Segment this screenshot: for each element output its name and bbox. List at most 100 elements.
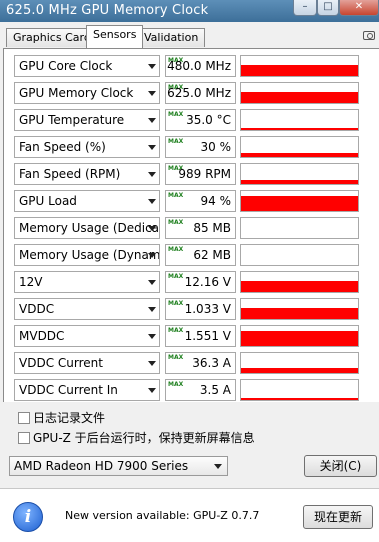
sensor-value-box: MAX 12.16 V <box>165 271 236 293</box>
sensor-label: GPU Temperature <box>19 113 125 127</box>
chevron-down-icon <box>148 253 156 258</box>
sensor-graph <box>240 163 359 185</box>
chevron-down-icon <box>148 64 156 69</box>
sensor-value: 12.16 V <box>184 275 231 289</box>
sensor-value: 36.3 A <box>192 356 231 370</box>
log-to-file-checkbox[interactable] <box>18 412 30 424</box>
sensor-label: GPU Core Clock <box>19 59 113 73</box>
chevron-down-icon <box>148 91 156 96</box>
sensor-value: 30 % <box>200 140 232 154</box>
sensor-select[interactable]: Memory Usage (Dedicated) <box>14 217 160 239</box>
sensor-row: Memory Usage (Dedicated) MAX 85 MB <box>14 217 376 239</box>
chevron-down-icon <box>214 464 222 469</box>
sensor-value: 480.0 MHz <box>167 59 231 73</box>
sensor-graph <box>240 298 359 320</box>
chevron-down-icon <box>148 145 156 150</box>
update-notification: i New version available: GPU-Z 0.7.7 现在更… <box>0 488 379 542</box>
continue-refresh-label: GPU-Z 于后台运行时，保持更新屏幕信息 <box>33 431 255 445</box>
sensor-row: VDDC MAX 1.033 V <box>14 298 376 320</box>
tab-strip: Graphics Card Sensors Validation <box>0 22 379 48</box>
tab-graphics-card[interactable]: Graphics Card <box>6 28 98 47</box>
device-select[interactable]: AMD Radeon HD 7900 Series <box>9 456 228 476</box>
sensor-select[interactable]: GPU Core Clock <box>14 55 160 77</box>
sensor-select[interactable]: Fan Speed (RPM) <box>14 163 160 185</box>
update-now-button[interactable]: 现在更新 <box>303 505 373 529</box>
sensor-value: 85 MB <box>193 221 231 235</box>
sensor-select[interactable]: GPU Temperature <box>14 109 160 131</box>
continue-refresh-option[interactable]: GPU-Z 于后台运行时，保持更新屏幕信息 <box>18 429 255 445</box>
sensor-graph <box>240 136 359 158</box>
sensor-row: Fan Speed (%) MAX 30 % <box>14 136 376 158</box>
max-tag: MAX <box>168 273 184 280</box>
sensor-graph <box>240 325 359 347</box>
sensor-value-box: MAX 480.0 MHz <box>165 55 236 77</box>
sensor-value: 94 % <box>200 194 232 208</box>
sensor-label: GPU Memory Clock <box>19 86 134 100</box>
sensor-value: 62 MB <box>193 248 231 262</box>
max-tag: MAX <box>168 300 184 307</box>
sensor-value-box: MAX 35.0 °C <box>165 109 236 131</box>
sensor-select[interactable]: VDDC <box>14 298 160 320</box>
sensor-row: Fan Speed (RPM) MAX 989 RPM <box>14 163 376 185</box>
sensor-bar <box>241 180 358 184</box>
max-tag: MAX <box>168 246 184 253</box>
sensor-value-box: MAX 62 MB <box>165 244 236 266</box>
maximize-button[interactable]: □ <box>317 0 339 16</box>
sensor-graph <box>240 217 359 239</box>
close-button[interactable]: 关闭(C) <box>304 455 377 477</box>
sensor-row: GPU Load MAX 94 % <box>14 190 376 212</box>
sensor-select[interactable]: VDDC Current In <box>14 379 160 401</box>
sensor-row: 12V MAX 12.16 V <box>14 271 376 293</box>
log-to-file-label: 日志记录文件 <box>33 411 106 425</box>
sensor-row: VDDC Current In MAX 3.5 A <box>14 379 376 401</box>
sensor-select[interactable]: VDDC Current <box>14 352 160 374</box>
sensor-bar <box>241 281 358 292</box>
sensor-select[interactable]: 12V <box>14 271 160 293</box>
sensor-bar <box>241 398 358 400</box>
sensor-bar <box>241 368 358 373</box>
chevron-down-icon <box>148 280 156 285</box>
chevron-down-icon <box>148 226 156 231</box>
tab-sensors[interactable]: Sensors <box>86 25 144 48</box>
chevron-down-icon <box>148 172 156 177</box>
sensor-graph <box>240 55 359 77</box>
max-tag: MAX <box>168 327 184 334</box>
max-tag: MAX <box>168 219 184 226</box>
sensor-row: Memory Usage (Dynamic) MAX 62 MB <box>14 244 376 266</box>
sensor-value-box: MAX 1.033 V <box>165 298 236 320</box>
sensor-bar <box>241 308 358 319</box>
window-title: 625.0 MHz GPU Memory Clock <box>6 3 209 18</box>
sensor-bar <box>241 196 358 211</box>
sensor-value-box: MAX 989 RPM <box>165 163 236 185</box>
device-select-value: AMD Radeon HD 7900 Series <box>14 459 189 473</box>
sensor-row: GPU Memory Clock MAX 625.0 MHz <box>14 82 376 104</box>
sensor-label: VDDC <box>19 302 55 316</box>
sensor-select[interactable]: GPU Memory Clock <box>14 82 160 104</box>
sensor-value: 1.551 V <box>184 329 231 343</box>
sensor-select[interactable]: MVDDC <box>14 325 160 347</box>
sensor-label: GPU Load <box>19 194 77 208</box>
sensor-graph <box>240 82 359 104</box>
update-message: New version available: GPU-Z 0.7.7 <box>65 509 260 522</box>
sensor-label: Memory Usage (Dedicated) <box>19 221 160 235</box>
max-tag: MAX <box>168 111 184 118</box>
sensor-label: Memory Usage (Dynamic) <box>19 248 160 262</box>
max-tag: MAX <box>168 192 184 199</box>
sensor-graph <box>240 190 359 212</box>
camera-icon[interactable] <box>363 31 375 40</box>
sensor-value: 1.033 V <box>184 302 231 316</box>
sensor-value: 35.0 °C <box>186 113 231 127</box>
tab-validation[interactable]: Validation <box>137 28 206 47</box>
close-window-button[interactable]: ✕ <box>339 0 379 16</box>
sensor-select[interactable]: GPU Load <box>14 190 160 212</box>
log-to-file-option[interactable]: 日志记录文件 <box>18 409 105 425</box>
continue-refresh-checkbox[interactable] <box>18 432 30 444</box>
chevron-down-icon <box>148 118 156 123</box>
sensor-select[interactable]: Memory Usage (Dynamic) <box>14 244 160 266</box>
sensor-label: VDDC Current <box>19 356 103 370</box>
sensor-graph <box>240 271 359 293</box>
sensor-select[interactable]: Fan Speed (%) <box>14 136 160 158</box>
minimize-button[interactable]: – <box>293 0 317 16</box>
sensor-value-box: MAX 36.3 A <box>165 352 236 374</box>
sensor-bar <box>241 128 358 130</box>
